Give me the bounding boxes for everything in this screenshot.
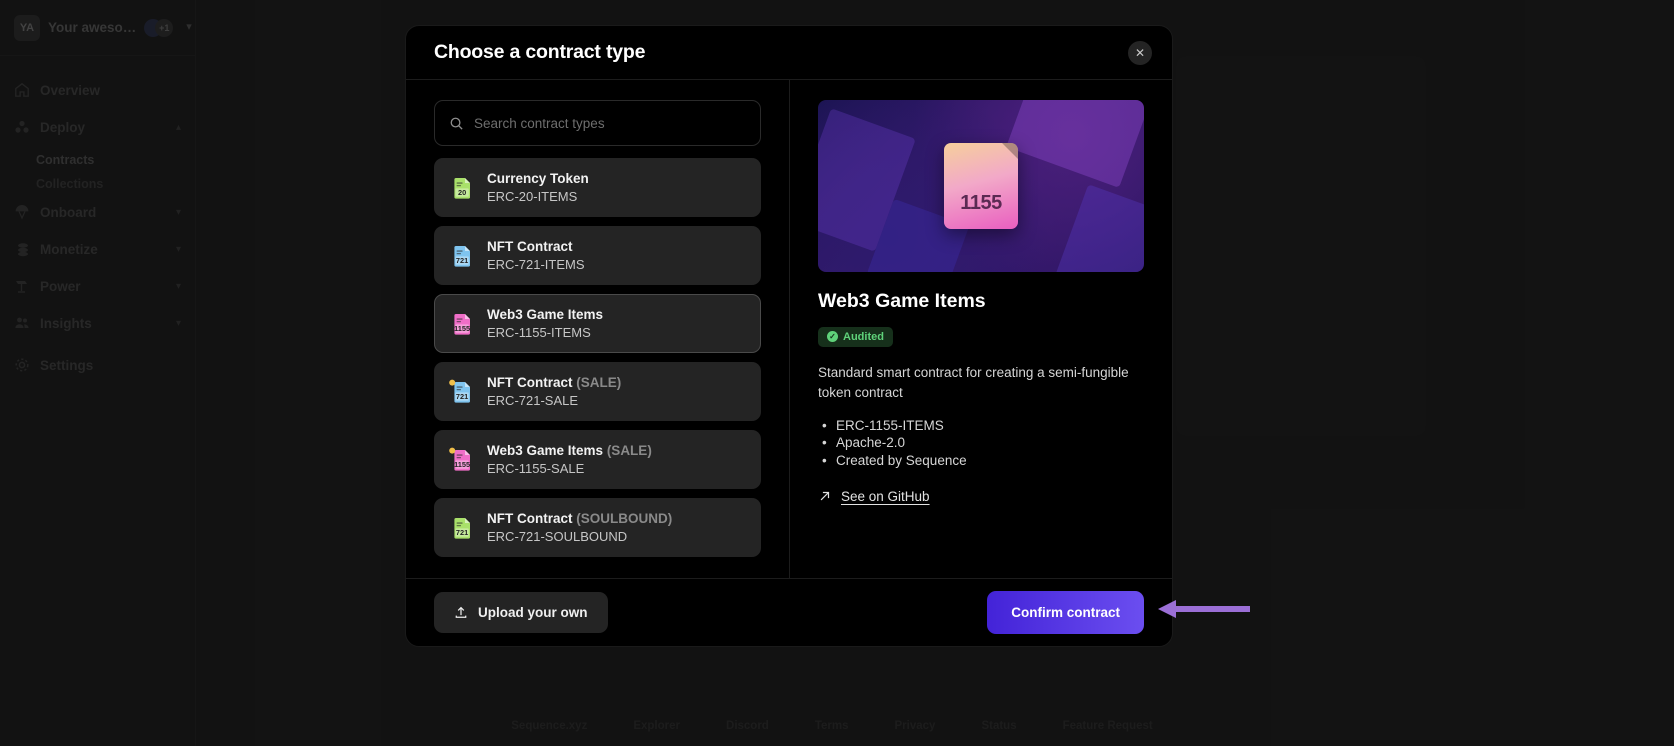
- search-input[interactable]: [474, 115, 746, 131]
- see-on-github-label: See on GitHub: [841, 488, 930, 504]
- search-icon: [450, 117, 463, 130]
- modal-title: Choose a contract type: [434, 41, 646, 63]
- modal-body: 20 Currency Token ERC-20-ITEMS 721 NFT Contr…: [406, 80, 1172, 578]
- contract-facts-list: ERC-1155-ITEMSApache-2.0Created by Seque…: [818, 417, 1144, 469]
- annotation-arrow-left: [1158, 600, 1250, 618]
- hero-token-card: 1155: [944, 143, 1018, 229]
- contract-type-item[interactable]: 20 Currency Token ERC-20-ITEMS: [434, 158, 761, 217]
- hero-token-label: 1155: [960, 192, 1002, 214]
- contract-type-code: ERC-721-ITEMS: [487, 257, 585, 272]
- svg-text:721: 721: [456, 528, 468, 537]
- contract-type-name: Currency Token: [487, 171, 589, 186]
- svg-text:20: 20: [458, 188, 466, 197]
- contract-type-variant: (SALE): [606, 443, 652, 458]
- choose-contract-type-modal: Choose a contract type ✕ 20 Currency Toke…: [405, 25, 1173, 647]
- upload-icon: [455, 606, 467, 618]
- arrow-up-right-icon: [820, 492, 830, 501]
- contract-type-item[interactable]: 1155 Web3 Game Items ERC-1155-ITEMS: [434, 294, 761, 353]
- contract-fact: ERC-1155-ITEMS: [818, 417, 1144, 435]
- contract-type-item[interactable]: 1155 Web3 Game Items (SALE) ERC-1155-SALE: [434, 430, 761, 489]
- contract-type-code: ERC-1155-SALE: [487, 461, 585, 476]
- contract-type-item[interactable]: 721 NFT Contract (SALE) ERC-721-SALE: [434, 362, 761, 421]
- erc721-soulbound-file-icon: 721: [449, 515, 473, 541]
- close-icon[interactable]: ✕: [1128, 40, 1152, 65]
- svg-text:1155: 1155: [454, 324, 470, 333]
- contract-type-name: NFT Contract (SALE): [487, 375, 622, 390]
- erc721-file-icon: 721: [449, 243, 473, 269]
- erc721-sale-file-icon: 721: [449, 379, 473, 405]
- contract-fact: Apache-2.0: [818, 434, 1144, 452]
- erc1155-sale-file-icon: 1155: [449, 447, 473, 473]
- contract-description: Standard smart contract for creating a s…: [818, 364, 1129, 400]
- contract-type-item[interactable]: 721 NFT Contract ERC-721-ITEMS: [434, 226, 761, 285]
- app-root: YA Your aweso… +1 ▾ Overview Deploy ▴ Co…: [0, 0, 1674, 746]
- contract-type-code: ERC-20-ITEMS: [487, 189, 578, 204]
- contract-type-list: 20 Currency Token ERC-20-ITEMS 721 NFT Contr…: [434, 158, 761, 557]
- see-on-github-link[interactable]: See on GitHub: [818, 489, 930, 504]
- contract-type-list-panel: 20 Currency Token ERC-20-ITEMS 721 NFT Contr…: [406, 80, 790, 578]
- contract-type-item[interactable]: 721 NFT Contract (SOULBOUND) ERC-721-SOULB…: [434, 498, 761, 557]
- modal-footer: Upload your own Confirm contract: [406, 578, 1172, 646]
- modal-header: Choose a contract type ✕: [406, 26, 1172, 80]
- contract-fact: Created by Sequence: [818, 452, 1144, 470]
- contract-type-name: NFT Contract: [487, 239, 573, 254]
- contract-detail-panel: 1155 Web3 Game Items ✓ Audited Standard …: [790, 80, 1172, 578]
- status-badge: ✓ Audited: [818, 326, 893, 347]
- search-field[interactable]: [434, 100, 761, 146]
- upload-your-own-button[interactable]: Upload your own: [434, 592, 608, 633]
- erc1155-file-icon: 1155: [449, 311, 473, 337]
- check-icon: ✓: [827, 331, 838, 342]
- svg-text:721: 721: [456, 392, 468, 401]
- upload-your-own-label: Upload your own: [478, 605, 588, 620]
- contract-type-code: ERC-1155-ITEMS: [487, 325, 591, 340]
- contract-type-variant: (SALE): [576, 375, 622, 390]
- contract-type-variant: (SOULBOUND): [576, 511, 673, 526]
- contract-hero-image: 1155: [818, 100, 1144, 272]
- contract-type-code: ERC-721-SOULBOUND: [487, 529, 628, 544]
- contract-type-name: NFT Contract (SOULBOUND): [487, 511, 673, 526]
- contract-detail-title: Web3 Game Items: [818, 290, 986, 312]
- contract-type-name: Web3 Game Items (SALE): [487, 443, 652, 458]
- erc20-file-icon: 20: [449, 175, 473, 201]
- confirm-contract-button[interactable]: Confirm contract: [987, 591, 1144, 634]
- status-badge-label: Audited: [843, 330, 884, 343]
- contract-type-name: Web3 Game Items: [487, 307, 604, 322]
- contract-type-code: ERC-721-SALE: [487, 393, 579, 408]
- svg-text:1155: 1155: [454, 460, 470, 469]
- svg-text:721: 721: [456, 256, 468, 265]
